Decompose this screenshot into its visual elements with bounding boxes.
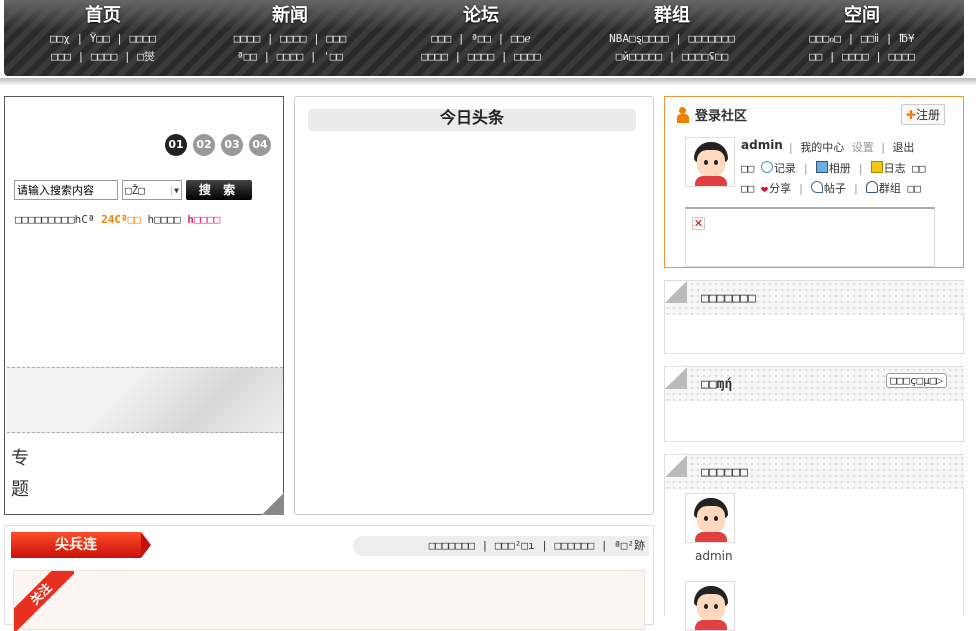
nav-home[interactable]: 首页 □□χ | Ÿ□□ | □□□□ □□□ | □□□□ | □爕 [13,0,193,66]
groups-link[interactable]: 群组 [879,182,901,195]
login-header: 登录社区 [675,105,747,124]
sidebar-box-1: □□□□□□□ [664,280,965,354]
nav-title[interactable]: 论坛 [391,0,571,30]
settings-link[interactable]: 设置 [852,141,874,154]
user-actions-row1: □□ 记录 | 相册 | 日志 □□ [741,161,926,175]
weather-temp: 24Cª□□ [101,213,141,226]
nav-links[interactable]: □□□ | ª□□ | □□ℯ [391,30,571,48]
weather-highlight: h□□□□ [187,213,221,226]
slide-dot[interactable]: 02 [193,134,215,156]
user-links: | 我的中心 设置 | 退出 [789,141,915,154]
chevron-down-icon: ▼ [171,185,179,195]
nav-links[interactable]: □□□ | □□□□ | □爕 [13,48,193,66]
left-panel: 01 02 03 04 □Ž□ ▼ 搜 索 □□□□□□□□□hCª 24Cª□… [4,96,284,515]
slide-dot[interactable]: 03 [221,134,243,156]
more-button[interactable]: □□□ç□μ□▷ [886,373,947,388]
section-links[interactable]: □□□□□□□ | □□□²□ı | □□□□□□ | ª□²跡 [353,536,649,556]
corner-badge: 关注 [14,571,74,631]
broken-image: ✕ [685,207,935,267]
nav-forum[interactable]: 论坛 □□□ | ª□□ | □□ℯ □□□□ | □□□□ | □□□□ [391,0,571,66]
search-type-select[interactable]: □Ž□ ▼ [122,180,182,200]
nav-links[interactable]: □□□ℴ□ | □□ⅱ | ℔¥ [772,30,952,48]
avatar[interactable] [685,137,735,187]
search-button[interactable]: 搜 索 [186,180,252,200]
album-link[interactable]: 相册 [829,162,851,175]
topic-banner [7,367,283,433]
page-curl [262,493,284,515]
search-bar: □Ž□ ▼ 搜 索 [14,180,252,200]
journal-link[interactable]: 日志 [884,162,906,175]
nav-news[interactable]: 新闻 □□□□ | □□□□ | □□□ ª□□ | □□□□ | ˈ□□ [200,0,380,66]
speech-bubble-icon [760,161,773,173]
share-link[interactable]: 分享 [769,182,791,195]
nav-title[interactable]: 群组 [582,0,762,30]
row-suffix: □□ [912,162,926,175]
nav-space[interactable]: 空间 □□□ℴ□ | □□ⅱ | ℔¥ □□ | □□□□ | □□□□ [772,0,952,66]
person-icon [675,106,691,123]
slide-pager: 01 02 03 04 [165,134,271,156]
user-actions-row2: □□ ❤分享 | 帖子 | 群组 □□ [741,181,921,196]
headline-panel: 今日头条 [294,96,654,515]
corner-label: 关注 [14,571,74,631]
row-prefix: □□ [741,162,761,175]
photo-icon [815,161,828,173]
box-title: □□□□□□□ [701,291,756,306]
member-avatar[interactable] [685,493,735,543]
nav-links[interactable]: □□χ | Ÿ□□ | □□□□ [13,30,193,48]
weather-mid: h□□□□ [140,213,188,226]
sidebar-box-2: □□ɱή □□□ç□μ□▷ [664,366,965,442]
focus-panel: 关注 [13,570,645,631]
member-avatar[interactable] [685,581,735,631]
nav-title[interactable]: 新闻 [200,0,380,30]
row-prefix: □□ [741,182,761,195]
nav-links[interactable]: □□□□ | □□□□ | □□□□ [391,48,571,66]
heart-icon: ❤ [760,182,769,196]
broken-image-icon: ✕ [692,217,705,230]
plus-icon: ✚ [905,108,916,122]
register-button[interactable]: ✚注册 [900,104,945,125]
nav-links[interactable]: NBA□ȿ□□□□ | □□□□□□□ [582,30,762,48]
box-title: □□ɱή [701,377,733,392]
weather-prefix: □□□□□□□□□hCª [15,213,102,226]
box-title: □□□□□□ [701,465,748,480]
nav-divider [0,78,976,86]
username[interactable]: admin [741,138,783,152]
nav-groups[interactable]: 群组 NBA□ȿ□□□□ | □□□□□□□ □й□□□□□ | □□□□ʢ□□ [582,0,762,66]
post-icon [810,181,823,193]
login-title: 登录社区 [695,109,748,124]
row-suffix: □□ [907,182,921,195]
nav-links[interactable]: □й□□□□□ | □□□□ʢ□□ [582,48,762,66]
journal-icon [870,161,883,173]
posts-link[interactable]: 帖子 [824,182,846,195]
nav-links[interactable]: □□ | □□□□ | □□□□ [772,48,952,66]
my-center-link[interactable]: 我的中心 [800,141,844,154]
headline-title: 今日头条 [308,109,636,131]
login-box: 登录社区 ✚注册 admin | 我的中心 设置 | 退出 □□ 记录 | 相册… [664,96,964,268]
nav-links[interactable]: ª□□ | □□□□ | ˈ□□ [200,48,380,66]
member-name[interactable]: admin [695,549,733,563]
slide-dot[interactable]: 04 [249,134,271,156]
record-link[interactable]: 记录 [774,162,796,175]
register-label: 注册 [915,108,940,122]
section-ribbon: 尖兵连 [11,532,151,558]
search-input[interactable] [14,180,118,200]
top-nav: 首页 □□χ | Ÿ□□ | □□□□ □□□ | □□□□ | □爕 新闻 □… [4,0,964,76]
weather-text: □□□□□□□□□hCª 24Cª□□ h□□□□ h□□□□ [15,213,220,226]
group-icon [865,181,878,193]
nav-title[interactable]: 空间 [772,0,952,30]
search-type-value: □Ž□ [125,183,145,197]
nav-title[interactable]: 首页 [13,0,193,30]
logout-link[interactable]: 退出 [892,141,914,154]
sidebar-box-members: □□□□□□ admin [664,454,965,631]
topic-label[interactable]: 专题 [11,443,31,505]
nav-links[interactable]: □□□□ | □□□□ | □□□ [200,30,380,48]
slide-dot[interactable]: 01 [165,134,187,156]
bottom-section: 尖兵连 □□□□□□□ | □□□²□ı | □□□□□□ | ª□²跡 关注 [4,525,654,631]
